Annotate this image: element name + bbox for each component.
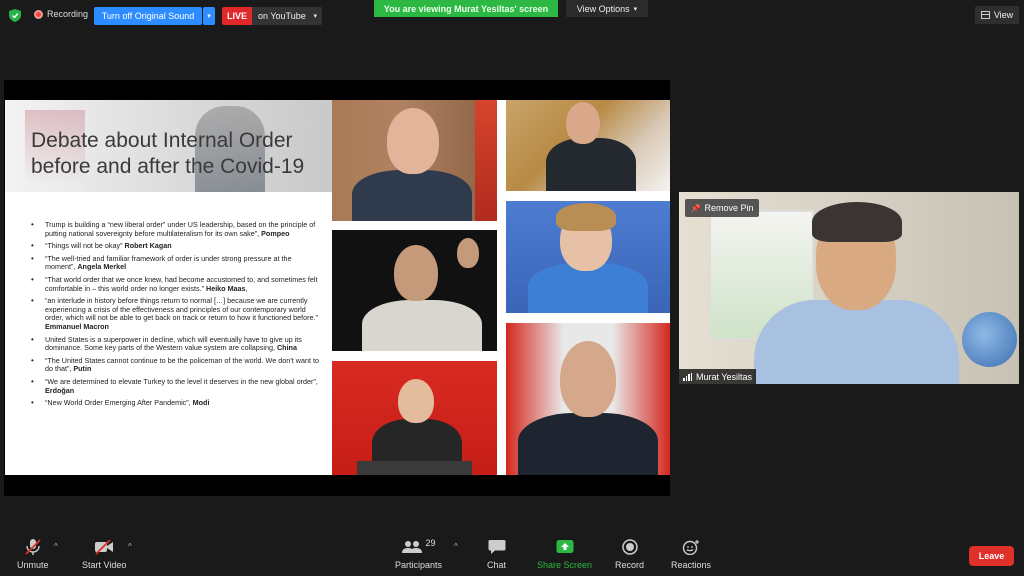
signal-strength-icon	[683, 372, 692, 381]
remove-pin-label: Remove Pin	[704, 203, 754, 213]
participants-count: 29	[425, 538, 436, 548]
chat-button[interactable]: Chat	[487, 538, 506, 570]
leave-button[interactable]: Leave	[969, 546, 1014, 566]
leader-photo-macron	[506, 100, 670, 191]
participant-name-tag: Murat Yesiltas	[679, 369, 757, 384]
participants-icon	[401, 541, 422, 553]
security-shield-icon[interactable]	[9, 9, 21, 22]
original-sound-button[interactable]: Turn off Original Sound	[94, 7, 202, 25]
remove-pin-button[interactable]: 📌 Remove Pin	[685, 199, 759, 217]
recording-indicator[interactable]: Recording	[34, 9, 88, 19]
leader-photo-erdogan	[506, 323, 670, 475]
pin-icon: 📌	[690, 203, 701, 213]
unmute-label: Unmute	[17, 560, 49, 570]
view-label: View	[993, 10, 1014, 20]
bullet-item: “Things will not be okay” Robert Kagan	[31, 241, 319, 251]
reactions-button[interactable]: Reactions	[671, 538, 711, 570]
participants-options-chevron-icon[interactable]: ^	[454, 542, 458, 551]
view-options-button[interactable]: View Options ▾	[566, 0, 648, 17]
live-target-label: on YouTube	[258, 11, 306, 21]
participant-shirt	[754, 300, 959, 384]
meeting-toolbar: Unmute ^ Start Video ^ 29 Participants ^	[0, 530, 1024, 576]
microphone-muted-icon	[25, 539, 41, 555]
video-off-icon	[95, 539, 114, 555]
participants-label: Participants	[395, 560, 443, 570]
share-screen-icon	[556, 540, 574, 553]
start-video-label: Start Video	[82, 560, 127, 570]
slide-bullet-list: Trump is building a “new liberal order” …	[31, 220, 319, 412]
globe-background	[962, 312, 1017, 367]
reactions-label: Reactions	[671, 560, 712, 570]
participant-name: Murat Yesiltas	[696, 371, 753, 382]
share-screen-button[interactable]: Share Screen	[537, 538, 592, 570]
slide-text-panel: Debate about Internal Order before and a…	[5, 100, 332, 475]
live-badge: LIVE	[222, 7, 252, 25]
participant-video[interactable]	[679, 192, 1019, 384]
start-video-button[interactable]: Start Video	[82, 538, 126, 570]
youtube-live-dropdown[interactable]: on YouTube ▾	[252, 7, 322, 25]
leader-photo-xi	[332, 361, 497, 475]
chevron-down-icon: ▾	[313, 13, 317, 20]
record-button[interactable]: Record	[615, 538, 644, 570]
view-button[interactable]: View	[975, 6, 1019, 24]
unmute-button[interactable]: Unmute	[17, 538, 49, 570]
record-icon	[621, 539, 638, 555]
leader-photo-modi	[332, 230, 497, 351]
share-screen-label: Share Screen	[537, 560, 593, 570]
chat-icon	[488, 540, 505, 554]
bullet-item: “an interlude in history before things r…	[31, 296, 319, 331]
video-options-chevron-icon[interactable]: ^	[128, 542, 132, 551]
bullet-item: “The well-tried and familiar framework o…	[31, 254, 319, 272]
audio-options-chevron-icon[interactable]: ^	[54, 542, 58, 551]
leader-photo-putin	[332, 100, 497, 221]
view-options-label: View Options	[576, 3, 630, 14]
top-bar: Recording Turn off Original Sound ▾ LIVE…	[0, 0, 1024, 30]
reactions-smiley-icon	[682, 540, 700, 555]
viewing-screen-banner: You are viewing Murat Yesiltas' screen	[374, 0, 558, 17]
chat-label: Chat	[487, 560, 507, 570]
participant-hair	[812, 202, 902, 242]
bullet-item: “The United States cannot continue to be…	[31, 356, 319, 374]
slide-title: Debate about Internal Order before and a…	[31, 129, 305, 178]
leader-photo-merkel	[506, 201, 670, 313]
recording-dot-icon	[34, 9, 43, 19]
presentation-slide: Debate about Internal Order before and a…	[5, 100, 670, 475]
bullet-item: United States is a superpower in decline…	[31, 335, 319, 353]
record-label: Record	[615, 560, 645, 570]
recording-label: Recording	[47, 9, 89, 19]
bullet-item: Trump is building a “new liberal order” …	[31, 220, 319, 238]
bullet-item: “That world order that we once knew, had…	[31, 275, 319, 293]
bullet-item: “New World Order Emerging After Pandemic…	[31, 398, 319, 408]
sound-options-chevron-icon[interactable]: ▾	[203, 7, 215, 25]
bullet-item: “We are determined to elevate Turkey to …	[31, 377, 319, 395]
participants-button[interactable]: 29 Participants	[395, 538, 442, 570]
gallery-view-icon	[980, 11, 990, 19]
chevron-down-icon: ▾	[633, 5, 638, 13]
